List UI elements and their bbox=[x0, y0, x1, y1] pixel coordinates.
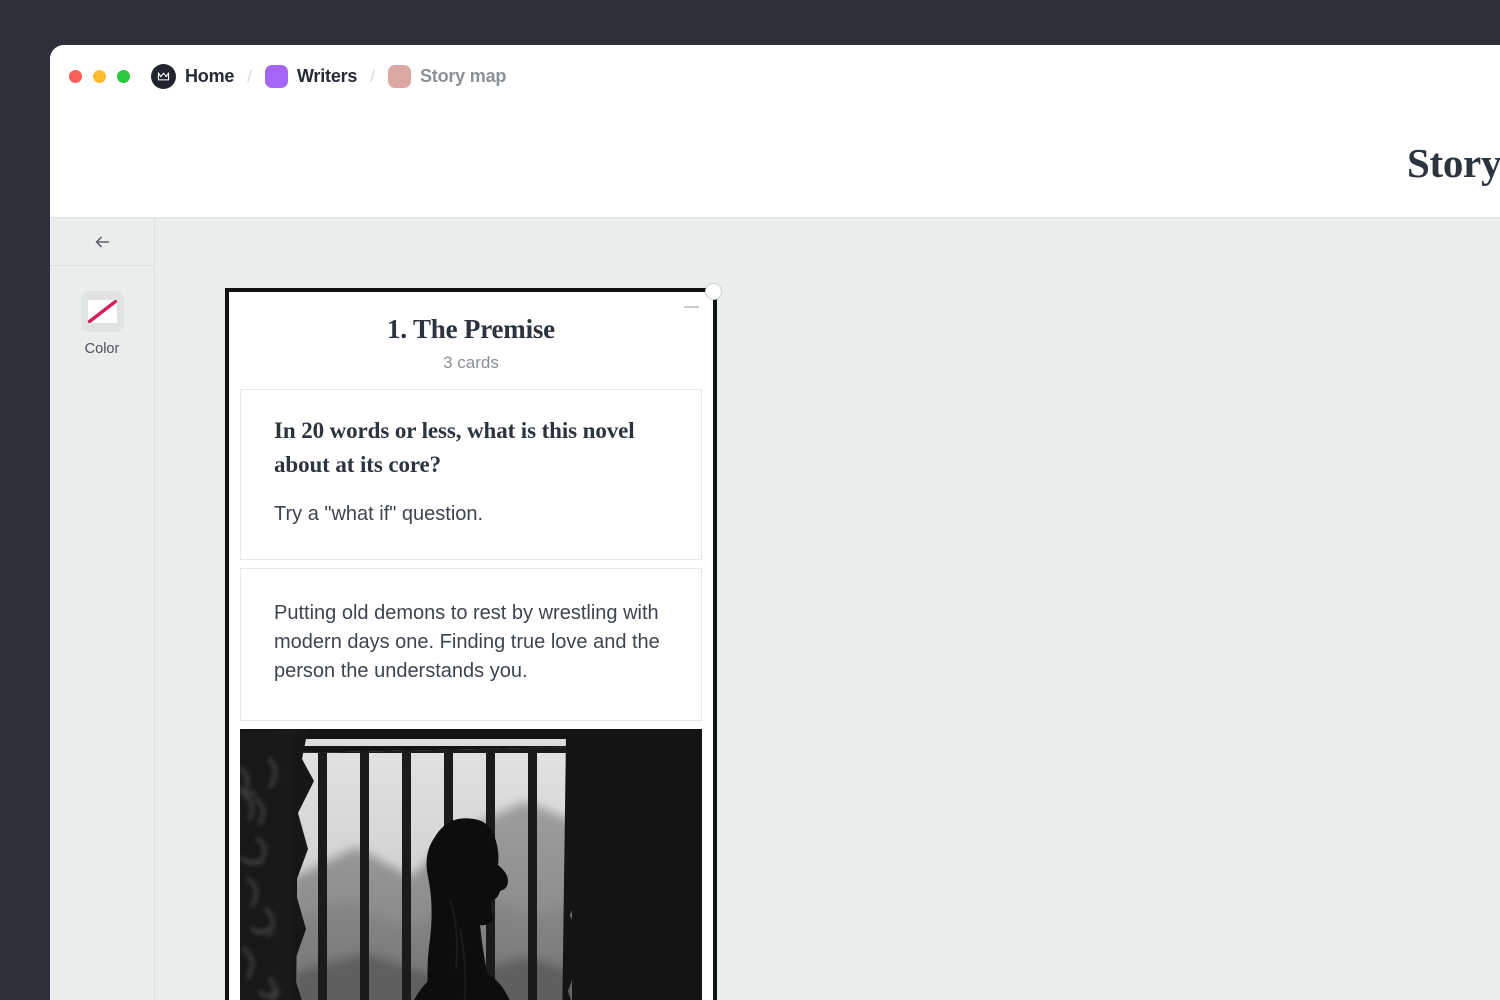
collapse-column-button[interactable] bbox=[684, 306, 699, 308]
column-title: 1. The Premise bbox=[387, 314, 555, 344]
app-window: Home / Writers / Story map Story map bbox=[50, 45, 1500, 1000]
story-map-canvas[interactable]: 1. The Premise 3 cards In 20 words or le… bbox=[155, 218, 1500, 1000]
breadcrumb-label-writers: Writers bbox=[296, 66, 358, 86]
close-window-button[interactable] bbox=[69, 70, 82, 83]
card-body: Putting old demons to rest by wrestling … bbox=[274, 601, 660, 683]
maximize-window-button[interactable] bbox=[117, 70, 130, 83]
breadcrumb-item-writers[interactable]: Writers bbox=[264, 65, 358, 88]
breadcrumb: Home / Writers / Story map bbox=[151, 64, 506, 89]
sidebar-back-button[interactable] bbox=[50, 218, 154, 266]
title-bar: Home / Writers / Story map bbox=[50, 45, 1500, 108]
color-chip-writers bbox=[264, 65, 288, 88]
card-title: In 20 words or less, what is this novel … bbox=[274, 418, 635, 477]
sidebar-tool-label-color: Color bbox=[84, 341, 120, 357]
home-crown-icon bbox=[151, 64, 176, 89]
story-column[interactable]: 1. The Premise 3 cards In 20 words or le… bbox=[225, 283, 722, 1000]
breadcrumb-separator: / bbox=[247, 66, 252, 86]
card-list: In 20 words or less, what is this novel … bbox=[229, 389, 713, 1000]
color-swatch-none-icon bbox=[80, 291, 124, 332]
breadcrumb-item-story-map[interactable]: Story map bbox=[387, 65, 507, 88]
minimize-window-button[interactable] bbox=[93, 70, 106, 83]
page-title: Story map bbox=[1407, 139, 1500, 186]
app-body: Color 1. The Premise 3 cards In 20 words… bbox=[50, 218, 1500, 1000]
card-body: Try a "what if" question. bbox=[274, 502, 484, 525]
breadcrumb-item-home[interactable]: Home bbox=[151, 64, 234, 89]
tool-sidebar: Color bbox=[50, 218, 155, 1000]
card-answer[interactable]: Putting old demons to rest by wrestling … bbox=[240, 567, 702, 722]
breadcrumb-label-story-map: Story map bbox=[419, 66, 507, 86]
card-image[interactable] bbox=[240, 729, 702, 1000]
column-header: 1. The Premise 3 cards bbox=[229, 292, 713, 389]
color-chip-story-map bbox=[387, 65, 411, 88]
traffic-lights bbox=[69, 70, 130, 83]
column-card-count: 3 cards bbox=[443, 353, 499, 372]
arrow-left-icon bbox=[95, 236, 110, 247]
page-header: Story map bbox=[50, 108, 1500, 218]
sidebar-tool-color[interactable]: Color bbox=[50, 291, 154, 357]
silhouette-behind-bars-photo bbox=[240, 729, 702, 1000]
card-prompt[interactable]: In 20 words or less, what is this novel … bbox=[240, 389, 702, 560]
breadcrumb-label-home: Home bbox=[185, 66, 235, 86]
breadcrumb-separator: / bbox=[370, 66, 375, 86]
